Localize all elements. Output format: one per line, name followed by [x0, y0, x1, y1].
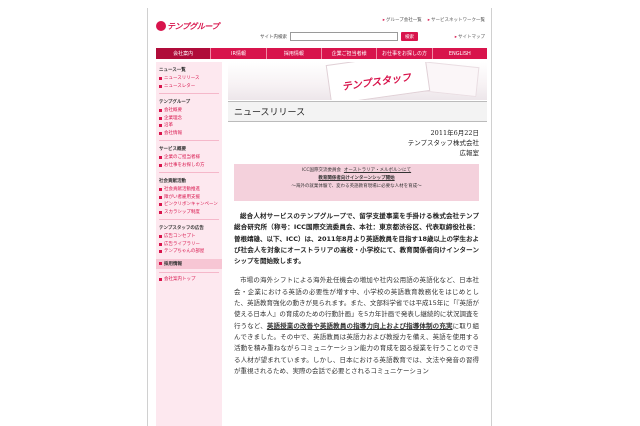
page-title: ニュースリリース: [234, 108, 306, 118]
page-container: テンプグループ グループ会社一覧 サービスネットワーク一覧 サイト内検索 検索 …: [147, 8, 492, 426]
nav-item-company[interactable]: 会社案内: [156, 48, 212, 59]
headline-location: オーストラリア・メルボルンにて: [343, 168, 412, 173]
release-meta: 2011年6月22日 テンプスタッフ株式会社 広報室: [228, 122, 487, 158]
nav-item-job-seekers[interactable]: お仕事をお探しの方: [377, 48, 433, 59]
nav-item-english[interactable]: ENGLISH: [433, 48, 487, 59]
sidebar-heading: テンプスタッフの広告: [159, 226, 204, 231]
sidebar-item-for-companies[interactable]: 企業のご担当者様: [156, 154, 222, 162]
sidebar-heading: 社会貢献活動: [159, 179, 186, 184]
sidebar-item-disability-support[interactable]: 障がい者雇用支援: [156, 194, 222, 202]
headline-org: ICC国際交流委員会: [301, 168, 342, 173]
sidebar-item-ad-library[interactable]: 広告ライブラリー: [156, 241, 222, 249]
sidebar-item-company-info[interactable]: 会社情報: [156, 130, 222, 138]
sidebar-divider: [159, 271, 219, 273]
sidebar-item-scholarship[interactable]: スカラシップ制度: [156, 209, 222, 217]
global-nav: 会社案内 IR情報 採用情報 企業ご担当者様 お仕事をお探しの方 ENGLISH: [156, 48, 487, 59]
headline-box: ICC国際交流委員会 オーストラリア・メルボルンにて 教育関係者向けインターンシ…: [234, 164, 479, 201]
lead-paragraph: 総合人材サービスのテンプグループで、留学支援事業を手掛ける株式会社テンプ総合研究…: [234, 212, 479, 266]
sidebar-heading: ニュース一覧: [159, 68, 186, 73]
sidebar-heading: テンプグループ: [159, 100, 191, 105]
hero-banner: テンプスタッフ: [228, 62, 487, 100]
headline-line-3: 〜海外の就業体験で、変わる英語教育現場に必要な人材を育成〜: [291, 184, 422, 189]
headline-line-2: 教育関係者向けインターンシップ開始: [318, 176, 395, 181]
sidebar-item-philosophy[interactable]: 企業理念: [156, 115, 222, 123]
sidebar-item-pink-ribbon[interactable]: ピンクリボンキャンペーン: [156, 201, 222, 209]
search-input[interactable]: [290, 32, 398, 41]
page-title-bar: ニュースリリース: [228, 101, 487, 122]
site-logo[interactable]: テンプグループ: [156, 21, 219, 31]
sidebar-item-overview[interactable]: 会社概要: [156, 107, 222, 115]
sidebar-item-recruit[interactable]: 採用情報: [156, 258, 222, 269]
top-link-service-network[interactable]: サービスネットワーク一覧: [428, 17, 485, 23]
logo-text: テンプグループ: [167, 21, 219, 31]
sidebar-item-ad-concept[interactable]: 広告コンセプト: [156, 233, 222, 241]
logo-mark-icon: [156, 21, 166, 31]
sidebar-item-for-job-seekers[interactable]: お仕事をお探しの方: [156, 162, 222, 170]
body-paragraph: 市場の海外シフトによる海外赴任機会の増加や社内公用語の英語化など、日本社会・企業…: [234, 275, 479, 377]
search-button[interactable]: 検索: [401, 32, 418, 41]
sidebar-heading: サービス概要: [159, 147, 186, 152]
sidebar-item-newsletter[interactable]: ニュースレター: [156, 83, 222, 91]
body-text-highlight: 英語授業の改善や英語教員の指導力向上および指導体制の充実: [266, 321, 453, 330]
top-links: グループ会社一覧 サービスネットワーク一覧: [383, 17, 485, 23]
sitemap-link[interactable]: サイトマップ: [455, 34, 485, 40]
sidebar-item-history[interactable]: 沿革: [156, 122, 222, 130]
release-company: テンプスタッフ株式会社: [407, 139, 479, 147]
headline-line-1: ICC国際交流委員会 オーストラリア・メルボルンにて: [234, 167, 479, 175]
sidebar: ニュース一覧 ニュースリリース ニュースレター テンプグループ 会社概要 企業理…: [156, 62, 222, 426]
sidebar-item-csr[interactable]: 社会貢献活動推進: [156, 186, 222, 194]
hero-card-text: テンプスタッフ: [341, 72, 412, 94]
hero-card: テンプスタッフ: [325, 62, 431, 100]
site-search: サイト内検索 検索: [260, 32, 418, 41]
sidebar-item-news-release[interactable]: ニュースリリース: [156, 75, 222, 83]
release-dept: 広報室: [459, 149, 480, 157]
release-date: 2011年6月22日: [430, 129, 479, 137]
search-label: サイト内検索: [260, 34, 287, 40]
nav-item-recruit[interactable]: 採用情報: [267, 48, 322, 59]
sidebar-item-tempchan-room[interactable]: テンプちゃんの部屋: [156, 248, 222, 256]
main-content: テンプスタッフ ニュースリリース 2011年6月22日 テンプスタッフ株式会社 …: [228, 62, 487, 426]
sidebar-item-company-top[interactable]: 会社案内トップ: [156, 276, 222, 284]
nav-item-ir[interactable]: IR情報: [211, 48, 267, 59]
nav-item-corporate[interactable]: 企業ご担当者様: [322, 48, 378, 59]
top-link-group-companies[interactable]: グループ会社一覧: [383, 17, 422, 23]
